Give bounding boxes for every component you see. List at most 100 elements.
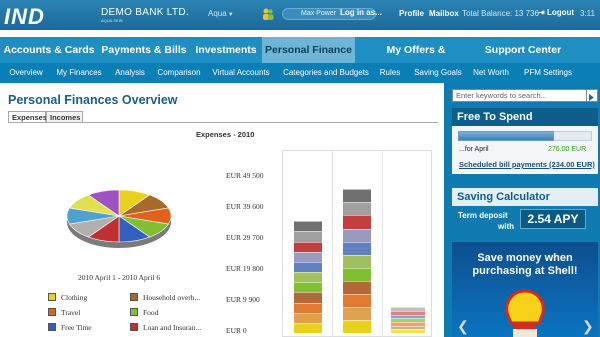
users-icon [263, 8, 274, 20]
legend-label: Household overh... [143, 292, 201, 302]
saving-calculator-title: Saving Calculator [452, 188, 598, 206]
subtab-net-worth[interactable]: Net Worth [470, 63, 512, 83]
subtab-comparison[interactable]: Comparison [154, 63, 204, 83]
legend-swatch [48, 308, 56, 316]
tab-payments-bills[interactable]: Payments & Bills [98, 37, 190, 63]
bank-subtitle: AQUA SKIN [101, 18, 123, 23]
bar-segment [391, 314, 425, 319]
legend-item: Household overh... [130, 292, 200, 302]
tab-investments[interactable]: Investments [190, 37, 262, 63]
subtab-virtual-accounts[interactable]: Virtual Accounts [208, 63, 274, 83]
shell-logo-icon [505, 289, 545, 337]
tab-divider [8, 122, 438, 123]
header-spacer [0, 30, 600, 37]
chevron-down-icon: ▼ [227, 12, 234, 18]
bar-segment [294, 221, 322, 232]
tab-my-offers[interactable]: My Offers & Applications [355, 37, 477, 82]
bar-segment [294, 282, 322, 293]
search-input[interactable]: Enter keywords to search... [452, 89, 587, 102]
y-tick-label: EUR 0 [226, 326, 247, 335]
bar-segment [343, 267, 371, 281]
mailbox-link[interactable]: Mailbox [429, 9, 459, 18]
bar-segment [391, 311, 425, 315]
y-tick-label: EUR 19 800 [226, 264, 264, 273]
skin-label: Aqua [208, 9, 227, 18]
top-bar: IND DEMO BANK LTD. AQUA SKIN Aqua▼ Max P… [0, 0, 600, 30]
legend-swatch [130, 293, 138, 301]
tab-accounts-cards[interactable]: Accounts & Cards [0, 37, 98, 63]
legend-label: Free Time [61, 322, 92, 332]
search-icon [589, 94, 594, 101]
legend-swatch [130, 323, 138, 331]
ad-next-arrow-icon[interactable]: ❯ [582, 318, 594, 335]
term-deposit-label: Term deposit with [458, 210, 514, 232]
subtab-my-finances[interactable]: My Finances [52, 63, 106, 83]
expenses-pie-chart [66, 189, 172, 248]
total-balance: Total Balance: 13 736 [462, 9, 539, 18]
logout-button[interactable]: ⇥ Logout [538, 8, 574, 17]
free-to-spend-period: ...for April [459, 146, 489, 153]
profile-link[interactable]: Profile [399, 9, 424, 18]
bar-segment [343, 319, 371, 333]
ad-headline: Save money when purchasing at Shell! [472, 252, 578, 277]
bar-segment [294, 251, 322, 262]
pie-caption: 2010 April 1 - 2010 April 6 [78, 273, 161, 282]
bar-segment [343, 228, 371, 242]
search-button[interactable] [586, 89, 598, 102]
legend-label: Loan and Insuran... [143, 322, 202, 332]
scheduled-bills-link[interactable]: Scheduled bill payments (234.00 EUR) [459, 160, 595, 169]
with-label: with [498, 222, 514, 231]
bar-segment [294, 272, 322, 283]
tab-support-center[interactable]: Support Center [477, 37, 569, 63]
sub-nav: Overview My Finances Analysis Comparison… [0, 63, 600, 83]
skin-selector[interactable]: Aqua▼ [208, 9, 234, 18]
subtab-rules[interactable]: Rules [376, 63, 404, 83]
bar [343, 189, 371, 333]
subtab-saving-goals[interactable]: Saving Goals [410, 63, 466, 83]
bar-segment [343, 202, 371, 216]
subtab-overview[interactable]: Overview [4, 63, 48, 83]
ad-prev-arrow-icon[interactable]: ❮ [457, 318, 469, 335]
bar-segment [294, 231, 322, 242]
legend-label: Travel [61, 307, 81, 317]
logout-label: Logout [546, 8, 575, 17]
grid-line [332, 150, 333, 337]
login-as-button[interactable]: Log in as... [340, 8, 382, 17]
bar-segment [391, 329, 425, 333]
chart-title: Expenses - 2010 [196, 130, 255, 139]
bar-segment [391, 325, 425, 330]
legend-item: Clothing [48, 292, 87, 302]
bar [294, 221, 322, 333]
bank-name: DEMO BANK LTD. [101, 7, 189, 18]
bank-logo[interactable]: IND [4, 4, 45, 30]
bar-segment [343, 306, 371, 320]
bar-segment [343, 280, 371, 294]
apy-rate[interactable]: 2.54 APY [520, 209, 586, 229]
bar-segment [343, 293, 371, 307]
clock: 3:11 [580, 9, 595, 18]
legend-item: Travel [48, 307, 80, 317]
legend-item: Free Time [48, 322, 92, 332]
bar-segment [294, 322, 322, 333]
bar-segment [294, 241, 322, 252]
subtab-pfm-settings[interactable]: PFM Settings [518, 63, 578, 83]
tab-personal-finance[interactable]: Personal Finance [262, 37, 355, 63]
subtab-analysis[interactable]: Analysis [110, 63, 150, 83]
legend-item: Food [130, 307, 158, 317]
legend-swatch [48, 293, 56, 301]
legend-swatch [48, 323, 56, 331]
y-tick-label: EUR 39 600 [226, 202, 264, 211]
y-tick-label: EUR 49 500 [226, 171, 264, 180]
pie-slices [66, 189, 172, 243]
bar-segment [294, 261, 322, 273]
free-to-spend-amount: 276.00 EUR [548, 146, 587, 153]
legend-label: Clothing [61, 292, 88, 302]
bar-segment [343, 241, 371, 255]
bar [391, 307, 425, 333]
subtab-categories-budgets[interactable]: Categories and Budgets [280, 63, 372, 83]
legend-item: Loan and Insuran... [130, 322, 201, 332]
logout-icon: ⇥ [538, 8, 545, 17]
free-to-spend-title: Free To Spend [452, 108, 598, 126]
bar-segment [343, 189, 371, 203]
y-tick-label: EUR 9 900 [226, 295, 260, 304]
